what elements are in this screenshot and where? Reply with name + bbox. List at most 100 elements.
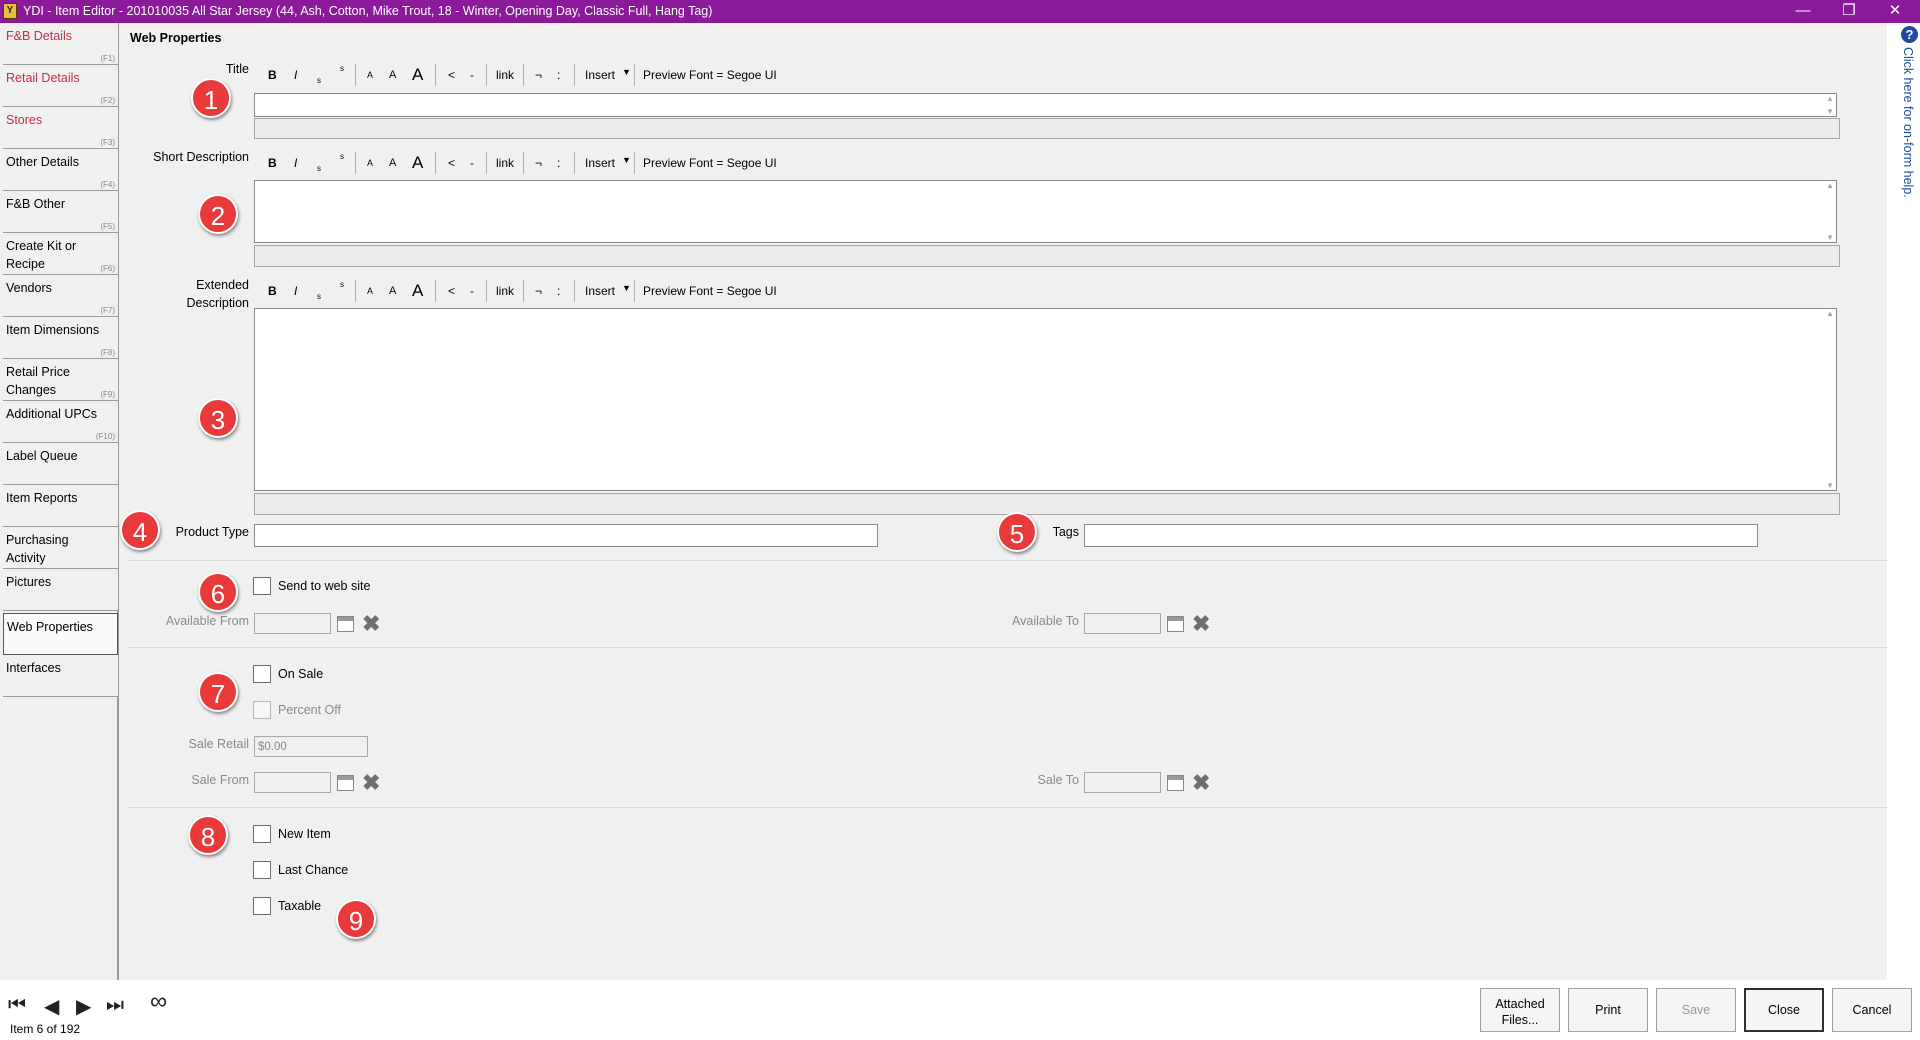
scroll-down-arrow[interactable]: ▼ — [1826, 107, 1834, 116]
taxable-checkbox[interactable] — [253, 897, 271, 915]
calendar-icon[interactable] — [1167, 775, 1184, 791]
sidebar-item-pictures[interactable]: Pictures — [3, 569, 118, 611]
dash-button[interactable]: - — [470, 156, 474, 170]
superscript-button[interactable]: s — [340, 280, 344, 289]
scroll-up-arrow[interactable]: ▲ — [1826, 309, 1834, 318]
insert-dropdown[interactable]: Insert — [585, 156, 615, 170]
previous-record-icon[interactable]: ◀ — [44, 994, 59, 1019]
calendar-icon[interactable] — [1167, 616, 1184, 632]
sidebar-item-fb-other[interactable]: F&B Other (F5) — [3, 191, 118, 233]
sidebar-item-stores[interactable]: Stores (F3) — [3, 107, 118, 149]
font-small-button[interactable]: A — [367, 158, 373, 168]
link-button[interactable]: link — [496, 284, 514, 298]
short-description-input[interactable]: ▲ ▼ — [254, 180, 1837, 243]
attached-files-button[interactable]: Attached Files... — [1480, 988, 1560, 1032]
bold-button[interactable]: B — [268, 156, 277, 170]
superscript-button[interactable]: s — [340, 64, 344, 73]
italic-button[interactable]: I — [294, 284, 297, 298]
chevron-down-icon[interactable]: ▼ — [622, 67, 631, 77]
title-input[interactable]: ▲ ▼ — [254, 93, 1837, 117]
colon-button[interactable]: : — [557, 68, 560, 82]
sidebar-item-interfaces[interactable]: Interfaces — [3, 655, 118, 697]
superscript-button[interactable]: s — [340, 152, 344, 161]
sidebar-item-create-kit[interactable]: Create Kit or Recipe (F6) — [3, 233, 118, 275]
font-medium-button[interactable]: A — [389, 285, 396, 297]
not-button[interactable]: ¬ — [535, 284, 542, 298]
percent-off-checkbox[interactable] — [253, 701, 271, 719]
subscript-button[interactable]: s — [317, 164, 321, 173]
scroll-up-arrow[interactable]: ▲ — [1826, 181, 1834, 190]
lt-button[interactable]: < — [448, 156, 455, 170]
font-large-button[interactable]: A — [412, 65, 423, 85]
sale-from-date[interactable] — [254, 772, 331, 793]
link-button[interactable]: link — [496, 68, 514, 82]
font-large-button[interactable]: A — [412, 281, 423, 301]
help-text[interactable]: Click here for on-form help. — [1901, 47, 1915, 198]
clear-icon[interactable]: ✖ — [362, 772, 380, 794]
bold-button[interactable]: B — [268, 284, 277, 298]
sidebar-item-fb-details[interactable]: F&B Details (F1) — [3, 23, 118, 65]
colon-button[interactable]: : — [557, 156, 560, 170]
lt-button[interactable]: < — [448, 68, 455, 82]
calendar-icon[interactable] — [337, 775, 354, 791]
font-large-button[interactable]: A — [412, 153, 423, 173]
save-button[interactable]: Save — [1656, 988, 1736, 1032]
not-button[interactable]: ¬ — [535, 156, 542, 170]
send-to-web-checkbox[interactable] — [253, 577, 271, 595]
dash-button[interactable]: - — [470, 284, 474, 298]
dash-button[interactable]: - — [470, 68, 474, 82]
help-icon[interactable]: ? — [1901, 26, 1918, 43]
restore-button[interactable]: ❐ — [1826, 0, 1872, 23]
sidebar-item-retail-details[interactable]: Retail Details (F2) — [3, 65, 118, 107]
sidebar-item-label-queue[interactable]: Label Queue — [3, 443, 118, 485]
last-chance-checkbox[interactable] — [253, 861, 271, 879]
infinite-icon[interactable]: ∞ — [150, 988, 167, 1016]
print-button[interactable]: Print — [1568, 988, 1648, 1032]
next-record-icon[interactable]: ▶ — [76, 994, 91, 1019]
extended-description-input[interactable]: ▲ ▼ — [254, 308, 1837, 491]
sidebar-item-vendors[interactable]: Vendors (F7) — [3, 275, 118, 317]
chevron-down-icon[interactable]: ▼ — [622, 283, 631, 293]
font-small-button[interactable]: A — [367, 286, 373, 296]
sidebar-item-item-dimensions[interactable]: Item Dimensions (F8) — [3, 317, 118, 359]
last-record-icon[interactable]: ⏭ — [106, 994, 124, 1017]
clear-icon[interactable]: ✖ — [1192, 772, 1210, 794]
scroll-up-arrow[interactable]: ▲ — [1826, 94, 1834, 103]
font-medium-button[interactable]: A — [389, 157, 396, 169]
bold-button[interactable]: B — [268, 68, 277, 82]
scroll-down-arrow[interactable]: ▼ — [1826, 481, 1834, 490]
font-medium-button[interactable]: A — [389, 69, 396, 81]
subscript-button[interactable]: s — [317, 76, 321, 85]
italic-button[interactable]: I — [294, 68, 297, 82]
sidebar-item-retail-price-changes[interactable]: Retail Price Changes (F9) — [3, 359, 118, 401]
available-to-date[interactable] — [1084, 613, 1161, 634]
calendar-icon[interactable] — [337, 616, 354, 632]
sale-retail-input[interactable]: $0.00 — [254, 736, 368, 757]
first-record-icon[interactable]: ⏮ — [8, 994, 26, 1017]
clear-icon[interactable]: ✖ — [1192, 613, 1210, 635]
available-from-date[interactable] — [254, 613, 331, 634]
close-button[interactable]: Close — [1744, 988, 1824, 1032]
lt-button[interactable]: < — [448, 284, 455, 298]
insert-dropdown[interactable]: Insert — [585, 284, 615, 298]
cancel-button[interactable]: Cancel — [1832, 988, 1912, 1032]
colon-button[interactable]: : — [557, 284, 560, 298]
sidebar-item-web-properties[interactable]: Web Properties — [3, 613, 118, 655]
insert-dropdown[interactable]: Insert — [585, 68, 615, 82]
sale-to-date[interactable] — [1084, 772, 1161, 793]
sidebar-item-other-details[interactable]: Other Details (F4) — [3, 149, 118, 191]
not-button[interactable]: ¬ — [535, 68, 542, 82]
minimize-button[interactable]: — — [1780, 0, 1826, 23]
scroll-down-arrow[interactable]: ▼ — [1826, 233, 1834, 242]
new-item-checkbox[interactable] — [253, 825, 271, 843]
on-sale-checkbox[interactable] — [253, 665, 271, 683]
subscript-button[interactable]: s — [317, 292, 321, 301]
chevron-down-icon[interactable]: ▼ — [622, 155, 631, 165]
clear-icon[interactable]: ✖ — [362, 613, 380, 635]
font-small-button[interactable]: A — [367, 70, 373, 80]
close-window-button[interactable]: ✕ — [1872, 0, 1918, 23]
tags-input[interactable] — [1084, 524, 1758, 547]
help-strip[interactable]: ? Click here for on-form help. — [1887, 23, 1920, 980]
sidebar-item-item-reports[interactable]: Item Reports — [3, 485, 118, 527]
italic-button[interactable]: I — [294, 156, 297, 170]
